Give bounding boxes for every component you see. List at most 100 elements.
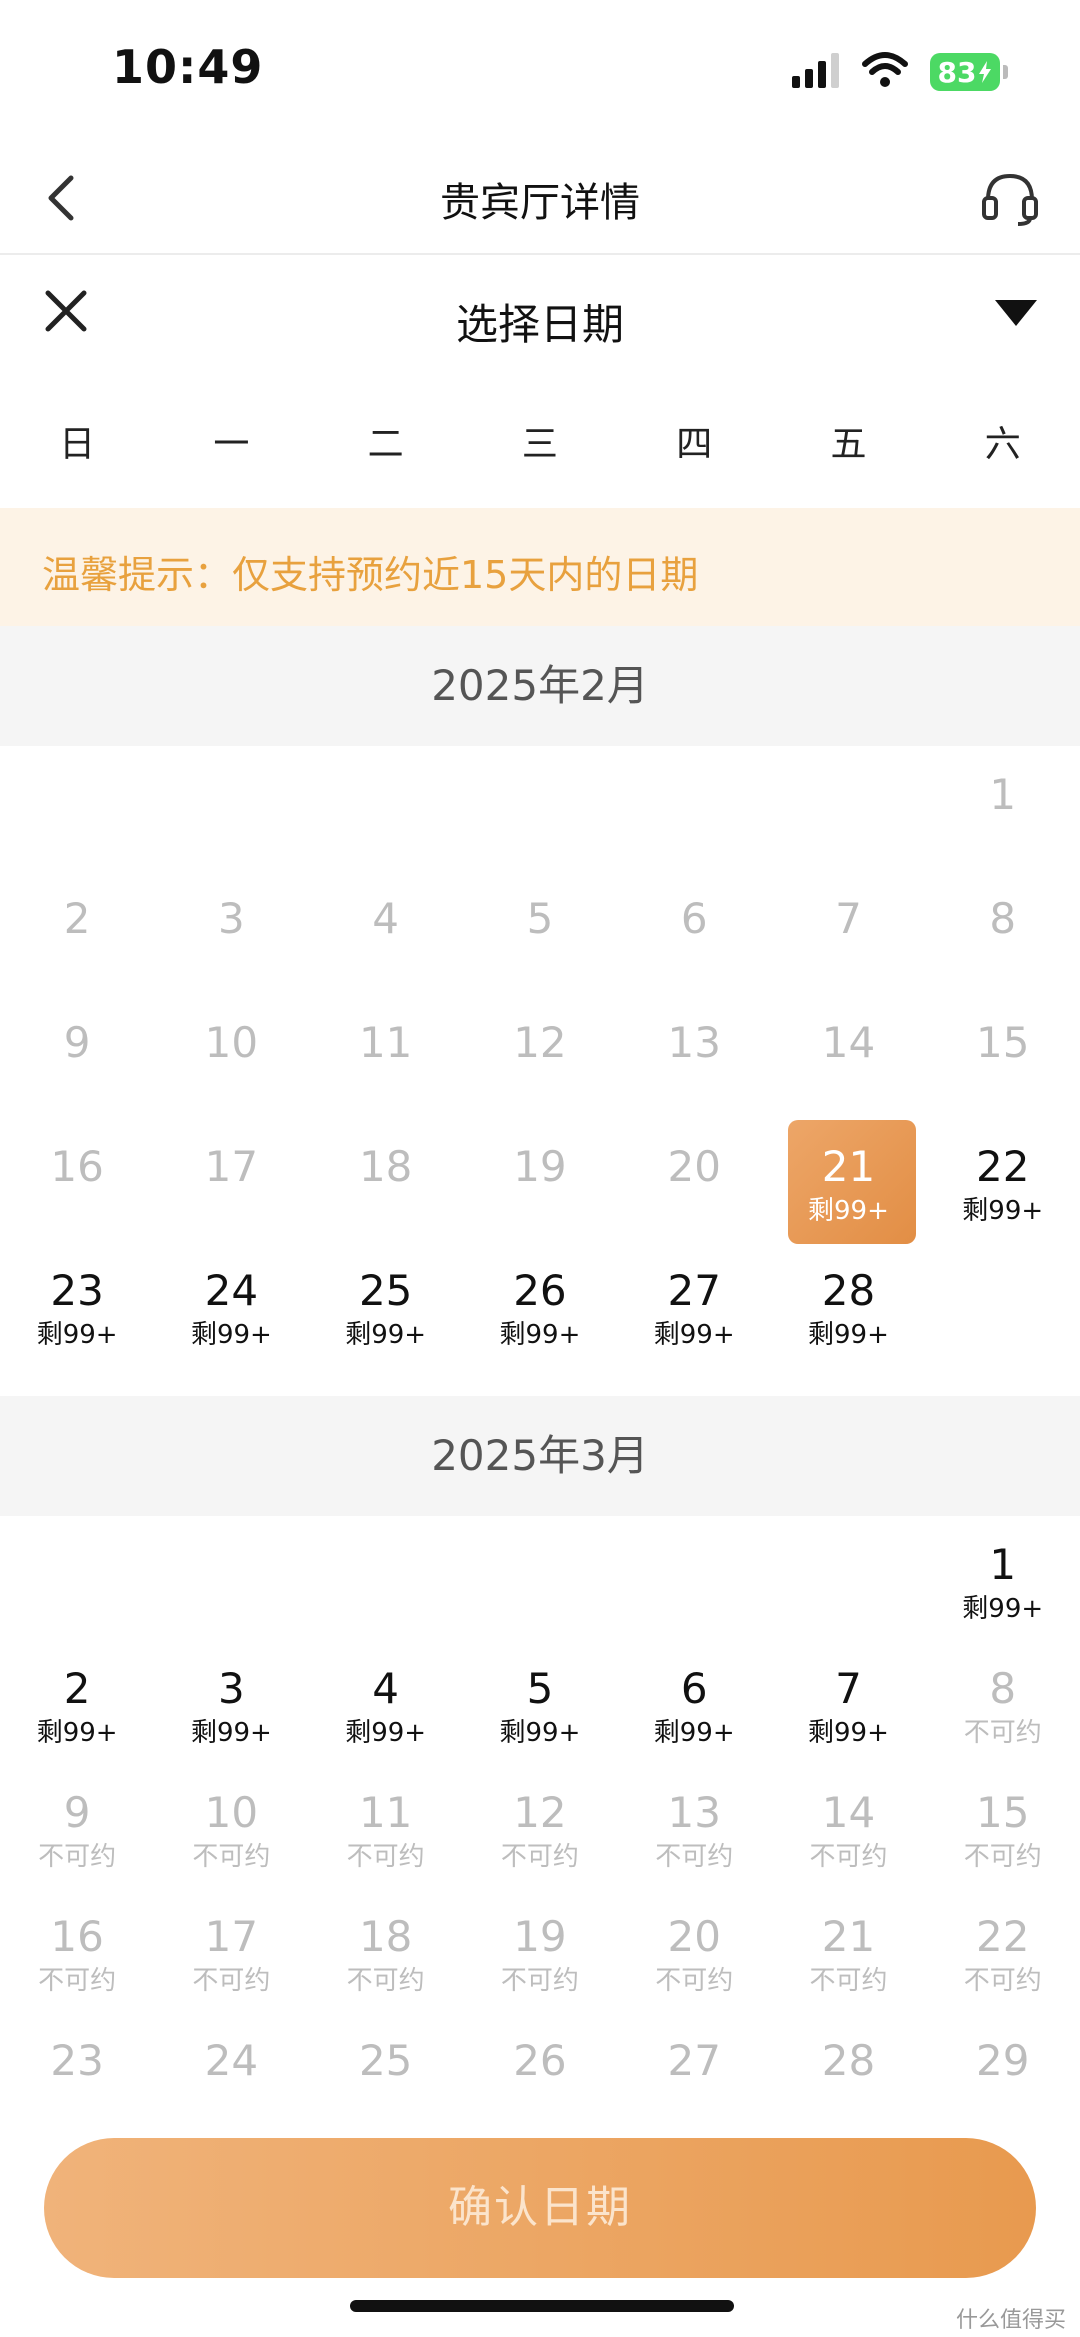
- customer-service-button[interactable]: [978, 166, 1042, 230]
- day-cell[interactable]: 28 剩99+: [771, 1242, 925, 1366]
- day-availability: 不可约: [809, 1842, 888, 1872]
- wifi-icon: [862, 52, 908, 92]
- day-cell: 10 不可约: [154, 1764, 308, 1888]
- collapse-button[interactable]: [990, 293, 1042, 333]
- day-availability: 剩99+: [962, 1196, 1044, 1226]
- picker-title: 选择日期: [455, 300, 624, 349]
- day-number: 22: [976, 1142, 1030, 1191]
- day-cell: 1: [926, 746, 1080, 870]
- weekday-label: 一: [213, 424, 250, 465]
- day-cell[interactable]: 1 剩99+: [926, 1516, 1080, 1640]
- day-cell: 12: [463, 994, 617, 1118]
- day-number: 20: [667, 1912, 721, 1961]
- weekday-label: 六: [984, 424, 1021, 465]
- day-cell: 2: [0, 870, 154, 994]
- day-cell[interactable]: 22 剩99+: [926, 1118, 1080, 1242]
- day-cell[interactable]: 23 剩99+: [0, 1242, 154, 1366]
- day-number: 4: [372, 1664, 400, 1713]
- day-cell[interactable]: 25 剩99+: [309, 1242, 463, 1366]
- day-cell[interactable]: 3 剩99+: [154, 1640, 308, 1764]
- day-cell: 14: [771, 994, 925, 1118]
- day-number: 12: [513, 1018, 567, 1067]
- day-number: 22: [976, 1912, 1030, 1961]
- week-row: 16 不可约 17 不可约 18 不可约 19 不可约 20 不可约 21 不可约 22 不可约: [0, 1888, 1080, 2012]
- day-number: 26: [513, 1266, 567, 1315]
- day-cell: 29: [926, 2012, 1080, 2136]
- day-cell: 13: [617, 994, 771, 1118]
- day-availability: 剩99+: [653, 1320, 735, 1350]
- weekday-label: 三: [521, 424, 558, 465]
- day-number: 11: [358, 1788, 413, 1837]
- status-icons: 83: [792, 52, 1008, 92]
- day-cell: 24: [154, 2012, 308, 2136]
- week-row: 1: [0, 746, 1080, 870]
- day-number: 2: [63, 894, 91, 943]
- day-cell: 8: [926, 870, 1080, 994]
- day-number: 8: [989, 894, 1017, 943]
- day-availability: 剩99+: [808, 1320, 889, 1350]
- day-number: 6: [680, 894, 708, 943]
- day-cell: 15: [926, 994, 1080, 1118]
- confirm-date-button[interactable]: 确认日期: [44, 2138, 1036, 2278]
- day-number: 7: [835, 1664, 862, 1713]
- day-number: 18: [358, 1142, 413, 1191]
- day-cell[interactable]: 24 剩99+: [154, 1242, 308, 1366]
- day-number: 23: [50, 1266, 104, 1315]
- day-number: 19: [513, 1142, 567, 1191]
- week-row: 2 剩99+ 3 剩99+ 4 剩99+ 5 剩99+ 6 剩99+ 7 剩99+ 8 不可约: [0, 1640, 1080, 1764]
- day-cell: 16: [0, 1118, 154, 1242]
- day-cell[interactable]: 26 剩99+: [463, 1242, 617, 1366]
- month-header: 2025年3月: [0, 1396, 1080, 1516]
- day-number: 10: [204, 1788, 259, 1837]
- day-cell: 11: [309, 994, 463, 1118]
- day-number: 12: [513, 1788, 567, 1837]
- day-availability: 剩99+: [36, 1320, 118, 1350]
- battery-icon: 83: [930, 53, 1008, 91]
- day-availability: 不可约: [655, 1966, 734, 1996]
- day-number: 16: [50, 1142, 104, 1191]
- battery-percent: 83: [937, 55, 977, 89]
- day-cell: 13 不可约: [617, 1764, 771, 1888]
- day-number: 25: [358, 2036, 413, 2085]
- week-row: 23 剩99+ 24 剩99+ 25 剩99+ 26 剩99+ 27 剩99+ 28 剩99+: [0, 1242, 1080, 1366]
- week-row: 9 10 11 12 13 14 15: [0, 994, 1080, 1118]
- week-row: 2 3 4 5 6 7 8: [0, 870, 1080, 994]
- day-cell: 20 不可约: [617, 1888, 771, 2012]
- day-number: 6: [680, 1664, 708, 1713]
- day-number: 16: [50, 1912, 104, 1961]
- signal-icon: [792, 52, 840, 92]
- weekday-header: 日 一 二 三 四 五 六: [0, 400, 1080, 490]
- day-number: 4: [372, 894, 400, 943]
- day-cell: 6: [617, 870, 771, 994]
- day-number: 20: [667, 1142, 721, 1191]
- day-number: 15: [976, 1788, 1030, 1837]
- day-cell: 26: [463, 2012, 617, 2136]
- battery-cap: [1003, 65, 1008, 79]
- day-cell[interactable]: 27 剩99+: [617, 1242, 771, 1366]
- day-number: 21: [821, 1912, 876, 1961]
- day-cell[interactable]: 2 剩99+: [0, 1640, 154, 1764]
- day-cell: 4: [309, 870, 463, 994]
- day-cell[interactable]: 5 剩99+: [463, 1640, 617, 1764]
- day-cell: 18: [309, 1118, 463, 1242]
- day-availability: 不可约: [655, 1842, 734, 1872]
- day-cell: 20: [617, 1118, 771, 1242]
- day-number: 5: [526, 894, 554, 943]
- status-bar: 10:49 83: [0, 0, 1080, 140]
- day-cell: 25: [309, 2012, 463, 2136]
- day-availability: 不可约: [500, 1966, 579, 1996]
- week-row: 1 剩99+: [0, 1516, 1080, 1640]
- day-availability: 剩99+: [808, 1196, 889, 1226]
- day-number: 27: [667, 2036, 721, 2085]
- week-row: 16 17 18 19 20 21 剩99+ 22 剩99+: [0, 1118, 1080, 1244]
- weekday-label: 五: [830, 424, 867, 465]
- day-cell[interactable]: 7 剩99+: [771, 1640, 925, 1764]
- day-cell[interactable]: 6 剩99+: [617, 1640, 771, 1764]
- day-availability: 剩99+: [345, 1320, 427, 1350]
- day-cell: 11 不可约: [309, 1764, 463, 1888]
- day-cell[interactable]: 21 剩99+: [771, 1118, 925, 1244]
- day-cell: 10: [154, 994, 308, 1118]
- day-availability: 剩99+: [36, 1718, 118, 1748]
- day-number: 9: [63, 1788, 91, 1837]
- day-cell[interactable]: 4 剩99+: [309, 1640, 463, 1764]
